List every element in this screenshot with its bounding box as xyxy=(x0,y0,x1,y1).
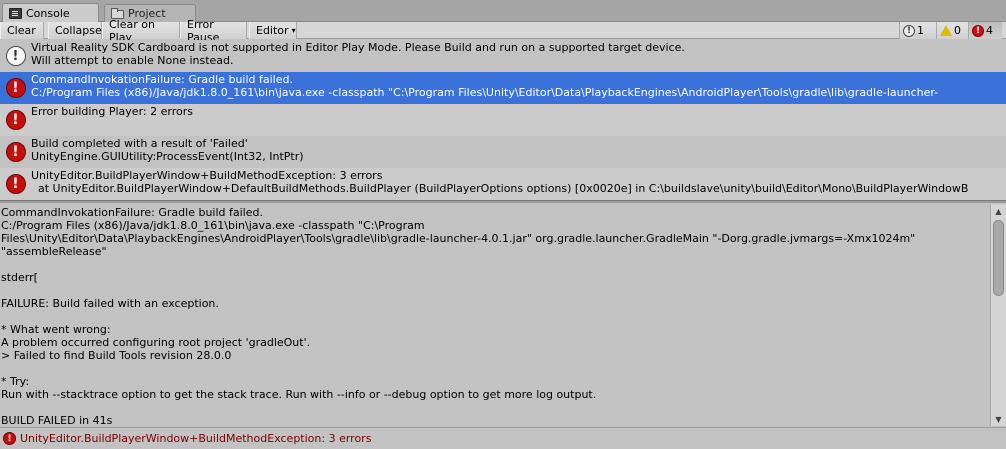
scroll-up-icon[interactable]: ▲ xyxy=(991,204,1006,218)
tab-console-label: Console xyxy=(26,6,70,20)
tab-console[interactable]: Console xyxy=(2,3,99,22)
log-message: Error building Player: 2 errors xyxy=(31,105,193,118)
log-entry[interactable]: ! Virtual Reality SDK Cardboard is not s… xyxy=(0,40,1006,72)
collapse-label: Collapse xyxy=(55,24,102,37)
log-entry[interactable]: ! Error building Player: 2 errors xyxy=(0,104,1006,136)
warning-toggle[interactable]: 0 xyxy=(936,22,968,39)
log-detail: UnityEngine.GUIUtility:ProcessEvent(Int3… xyxy=(31,150,304,163)
log-entry[interactable]: ! UnityEditor.BuildPlayerWindow+BuildMet… xyxy=(0,168,1006,200)
info-toggle[interactable]: ! 1 xyxy=(899,22,936,39)
status-message: UnityEditor.BuildPlayerWindow+BuildMetho… xyxy=(20,432,372,445)
collapse-button[interactable]: Collapse xyxy=(48,22,102,39)
error-count: 4 xyxy=(986,24,993,37)
error-icon: ! xyxy=(3,432,16,445)
status-bar[interactable]: ! UnityEditor.BuildPlayerWindow+BuildMet… xyxy=(0,427,1006,449)
split-divider[interactable] xyxy=(0,200,1006,203)
error-icon: ! xyxy=(5,78,26,98)
error-toggle[interactable]: ! 4 xyxy=(968,22,1002,39)
log-detail: at UnityEditor.BuildPlayerWindow+Default… xyxy=(31,182,969,195)
error-pause-button[interactable]: Error Pause xyxy=(180,18,247,44)
clear-button[interactable]: Clear xyxy=(0,22,44,39)
log-message: Virtual Reality SDK Cardboard is not sup… xyxy=(31,41,685,54)
scroll-down-icon[interactable]: ▼ xyxy=(991,412,1006,426)
info-icon: ! xyxy=(5,46,26,66)
log-detail: Will attempt to enable None instead. xyxy=(31,54,234,67)
log-detail: C:/Program Files (x86)/Java/jdk1.8.0_161… xyxy=(31,86,939,99)
clear-label: Clear xyxy=(7,24,36,37)
info-count-icon: ! xyxy=(903,24,915,37)
log-message: Build completed with a result of 'Failed… xyxy=(31,137,248,150)
log-entry-selected[interactable]: ! CommandInvokationFailure: Gradle build… xyxy=(0,72,1006,104)
error-icon: ! xyxy=(5,174,26,194)
console-icon xyxy=(9,7,22,19)
editor-dropdown[interactable]: Editor ▾ xyxy=(249,22,297,39)
clear-on-play-button[interactable]: Clear on Play xyxy=(102,18,180,44)
log-entry[interactable]: ! Build completed with a result of 'Fail… xyxy=(0,136,1006,168)
warning-count: 0 xyxy=(954,24,961,37)
error-icon: ! xyxy=(5,142,26,162)
detail-scrollbar[interactable]: ▲ ▼ xyxy=(990,204,1006,426)
console-toolbar: Clear Collapse Clear on Play Error Pause… xyxy=(0,18,1006,44)
error-count-icon: ! xyxy=(972,24,984,37)
log-list: ! Virtual Reality SDK Cardboard is not s… xyxy=(0,40,1006,200)
editor-label: Editor xyxy=(256,24,289,37)
scroll-thumb[interactable] xyxy=(993,220,1004,296)
warning-count-icon xyxy=(940,25,952,36)
error-icon: ! xyxy=(5,110,26,130)
log-message: CommandInvokationFailure: Gradle build f… xyxy=(31,73,293,86)
log-detail-pane[interactable]: CommandInvokationFailure: Gradle build f… xyxy=(0,204,990,426)
log-detail-text: CommandInvokationFailure: Gradle build f… xyxy=(1,206,916,426)
chevron-down-icon: ▾ xyxy=(291,26,296,35)
info-count: 1 xyxy=(917,24,924,37)
log-message: UnityEditor.BuildPlayerWindow+BuildMetho… xyxy=(31,169,383,182)
